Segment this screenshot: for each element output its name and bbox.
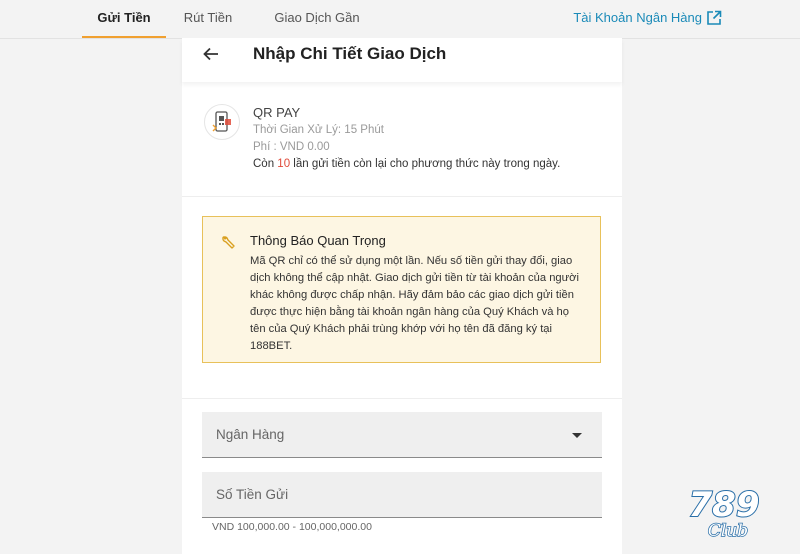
remaining-prefix: Còn bbox=[253, 158, 278, 170]
remaining-suffix: lần gửi tiền còn lại cho phương thức này… bbox=[290, 158, 561, 170]
notice-body: Mã QR chỉ có thể sử dụng một lần. Nếu số… bbox=[250, 255, 579, 352]
bank-account-link-label: Tài Khoản Ngân Hàng bbox=[573, 10, 702, 25]
logo-text-bottom: Club bbox=[708, 521, 748, 541]
bank-account-link[interactable]: Tài Khoản Ngân Hàng bbox=[573, 0, 722, 36]
payment-method-name: QR PAY bbox=[253, 105, 301, 120]
bank-select-label: Ngân Hàng bbox=[216, 427, 285, 442]
deposit-amount-input[interactable]: Số Tiền Gửi bbox=[202, 472, 602, 518]
divider bbox=[182, 196, 622, 197]
tab-recent-transactions[interactable]: Giao Dịch Gần Đây bbox=[262, 0, 372, 61]
tab-withdraw[interactable]: Rút Tiền bbox=[180, 0, 236, 36]
remaining-deposits-text: Còn 10 lần gửi tiền còn lại cho phương t… bbox=[253, 158, 560, 170]
deposit-amount-label: Số Tiền Gửi bbox=[216, 487, 289, 502]
logo-text-top: 789 bbox=[689, 485, 760, 525]
tab-deposit[interactable]: Gửi Tiền bbox=[82, 0, 166, 38]
divider bbox=[182, 398, 622, 399]
caret-down-icon bbox=[572, 433, 582, 438]
club-logo: 789 Club bbox=[688, 484, 761, 542]
top-tab-bar: Gửi Tiền Rút Tiền Giao Dịch Gần Đây Tài … bbox=[0, 0, 800, 61]
qr-phone-icon bbox=[204, 104, 240, 140]
processing-time: Thời Gian Xử Lý: 15 Phút bbox=[253, 124, 384, 136]
fee-text: Phí : VND 0.00 bbox=[253, 141, 330, 153]
remaining-count: 10 bbox=[277, 158, 291, 170]
panel-header: Nhập Chi Tiết Giao Dịch bbox=[182, 38, 622, 82]
transaction-panel: Nhập Chi Tiết Giao Dịch QR PAY Thời Gian… bbox=[182, 38, 622, 554]
wrench-icon bbox=[222, 236, 235, 249]
important-notice: Thông Báo Quan Trọng Mã QR chỉ có thể sử… bbox=[202, 216, 601, 363]
notice-title: Thông Báo Quan Trọng bbox=[250, 233, 386, 248]
bank-select[interactable]: Ngân Hàng bbox=[202, 412, 602, 458]
amount-range-hint: VND 100,000.00 - 100,000,000.00 bbox=[212, 521, 372, 533]
page-title: Nhập Chi Tiết Giao Dịch bbox=[253, 44, 447, 63]
external-link-icon bbox=[707, 10, 722, 25]
arrow-left-icon[interactable] bbox=[202, 45, 220, 63]
